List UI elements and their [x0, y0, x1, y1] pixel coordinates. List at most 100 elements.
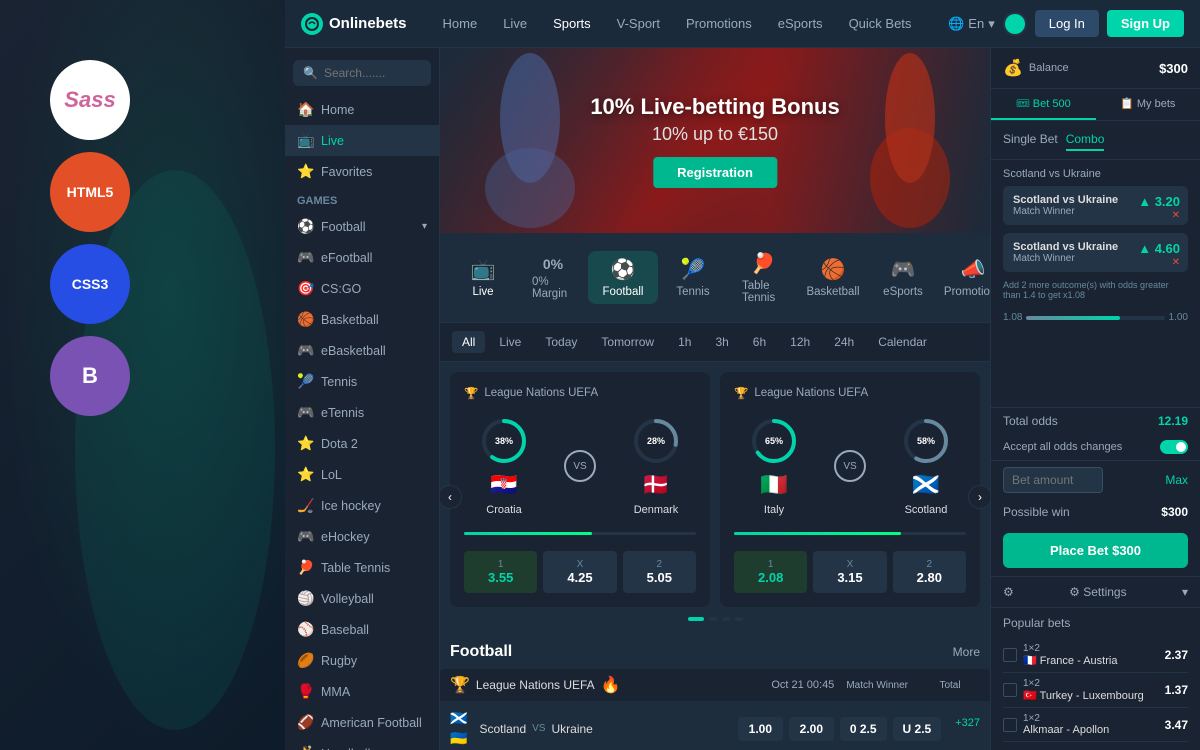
sidebar-item-amfootball[interactable]: 🏈 American Football: [285, 707, 439, 738]
popular-item-3[interactable]: 1×2 Alkmaar - Apollon 3.47: [1003, 708, 1188, 742]
pop-info-3: 1×2 Alkmaar - Apollon: [1023, 713, 1159, 736]
sidebar-item-favorites[interactable]: ⭐ Favorites: [285, 156, 439, 187]
search-input[interactable]: [324, 66, 421, 80]
more-odds-btn[interactable]: +327: [955, 717, 980, 741]
sidebar-item-efootball[interactable]: 🎮 eFootball: [285, 242, 439, 273]
nav-home[interactable]: Home: [431, 10, 490, 37]
pop-checkbox-3[interactable]: [1003, 718, 1017, 732]
cat-margin[interactable]: 0% 0% Margin: [518, 250, 588, 306]
cat-tabletennis-label: Table Tennis: [742, 280, 784, 304]
nav-vsport[interactable]: V-Sport: [605, 10, 672, 37]
mybets-tab[interactable]: 📋 My bets: [1096, 89, 1200, 120]
pop-odds-1: 2.37: [1165, 648, 1188, 662]
theme-toggle[interactable]: [1003, 12, 1027, 36]
filter-tomorrow[interactable]: Tomorrow: [591, 331, 664, 353]
sidebar-item-home[interactable]: 🏠 Home: [285, 94, 439, 125]
inline-odd-2[interactable]: 2.00: [789, 717, 834, 741]
inline-odd-1[interactable]: 1.00: [738, 717, 783, 741]
bet500-label: Bet 500: [1033, 98, 1071, 110]
accept-toggle[interactable]: [1160, 440, 1188, 454]
filter-1h[interactable]: 1h: [668, 331, 701, 353]
sidebar-item-live[interactable]: 📺 Live: [285, 125, 439, 156]
sidebar-item-rugby[interactable]: 🏉 Rugby: [285, 645, 439, 676]
basketball-cat-icon: 🏀: [821, 257, 846, 282]
cat-promotions[interactable]: 📣 Promotions: [938, 251, 990, 304]
combo-tab[interactable]: Combo: [1066, 129, 1105, 151]
slider-next-button[interactable]: ›: [968, 485, 990, 509]
odd-1-1[interactable]: 1 3.55: [464, 551, 537, 593]
sidebar-item-lol[interactable]: ⭐ LoL: [285, 459, 439, 490]
cat-esports[interactable]: 🎮 eSports: [868, 251, 938, 304]
odd-2-2[interactable]: 2 2.80: [893, 551, 966, 593]
filter-6h[interactable]: 6h: [743, 331, 776, 353]
sidebar-item-mma[interactable]: 🥊 MMA: [285, 676, 439, 707]
mybets-icon: 📋: [1120, 98, 1134, 110]
pop-team2-1: Austria: [1083, 655, 1117, 667]
sidebar-item-dota2[interactable]: ⭐ Dota 2: [285, 428, 439, 459]
match-row-1: 🏴󠁧󠁢󠁳󠁣󠁴󠁿 🇺🇦 Scotland VS Ukraine 1.00: [440, 702, 990, 750]
login-button[interactable]: Log In: [1035, 10, 1099, 37]
odd-1-2[interactable]: 2 5.05: [623, 551, 696, 593]
football-more-btn[interactable]: More: [953, 645, 980, 659]
sidebar-item-tabletennis[interactable]: 🏓 Table Tennis: [285, 552, 439, 583]
pick1-close[interactable]: ✕: [1172, 210, 1180, 221]
filter-tabs: All Live Today Tomorrow 1h 3h 6h 12h 24h…: [440, 323, 990, 362]
pop-checkbox-1[interactable]: [1003, 648, 1017, 662]
nav-quickbets[interactable]: Quick Bets: [837, 10, 924, 37]
max-button[interactable]: Max: [1165, 473, 1188, 487]
slider-dots: [450, 617, 980, 621]
cat-tennis[interactable]: 🎾 Tennis: [658, 251, 728, 304]
settings-row[interactable]: ⚙ ⚙ Settings ▾: [991, 576, 1200, 607]
match-league-2: 🏆 League Nations UEFA: [734, 386, 966, 400]
bet500-tab[interactable]: 🎟 Bet 500: [991, 89, 1096, 120]
nav-live[interactable]: Live: [491, 10, 539, 37]
pick2-close[interactable]: ✕: [1172, 257, 1180, 268]
match-teams-1: 38% 🇭🇷 Croatia VS: [464, 416, 696, 516]
filter-live[interactable]: Live: [489, 331, 531, 353]
cat-live[interactable]: 📺 Live: [448, 251, 518, 304]
signup-button[interactable]: Sign Up: [1107, 10, 1184, 37]
popular-item-2[interactable]: 1×2 🇹🇷 Turkey - Luxembourg 1.37: [1003, 673, 1188, 708]
sidebar-item-csgo[interactable]: 🎯 CS:GO: [285, 273, 439, 304]
filter-today[interactable]: Today: [535, 331, 587, 353]
popular-item-1[interactable]: 1×2 🇫🇷 France - Austria 2.37: [1003, 638, 1188, 673]
sidebar-icehockey-label: Ice hockey: [321, 499, 381, 513]
sidebar-item-football[interactable]: ⚽ Football ▾: [285, 211, 439, 242]
odd-2-1[interactable]: 1 2.08: [734, 551, 807, 593]
odd-1-x[interactable]: X 4.25: [543, 551, 616, 593]
sidebar-item-basketball[interactable]: 🏀 Basketball: [285, 304, 439, 335]
odd-2-x[interactable]: X 3.15: [813, 551, 886, 593]
sidebar-item-etennis[interactable]: 🎮 eTennis: [285, 397, 439, 428]
sidebar-item-handball[interactable]: 🤾 Handball: [285, 738, 439, 750]
inline-odd-3[interactable]: 0 2.5: [840, 717, 887, 741]
sidebar-item-ebasketball[interactable]: 🎮 eBasketball: [285, 335, 439, 366]
inline-odd-4[interactable]: U 2.5: [893, 717, 942, 741]
filter-3h[interactable]: 3h: [705, 331, 738, 353]
sidebar-item-icehockey[interactable]: 🏒 Ice hockey: [285, 490, 439, 521]
sidebar-item-tennis[interactable]: 🎾 Tennis: [285, 366, 439, 397]
cat-tabletennis[interactable]: 🏓 Table Tennis: [728, 245, 798, 310]
pop-team1-1: France: [1040, 655, 1074, 667]
filter-calendar[interactable]: Calendar: [868, 331, 937, 353]
nav-esports[interactable]: eSports: [766, 10, 835, 37]
sidebar-item-volleyball[interactable]: 🏐 Volleyball: [285, 583, 439, 614]
cat-football[interactable]: ⚽ Football: [588, 251, 658, 304]
match-card-1: 🏆 League Nations UEFA 38%: [450, 372, 710, 607]
filter-12h[interactable]: 12h: [780, 331, 820, 353]
filter-all[interactable]: All: [452, 331, 485, 353]
cat-basketball[interactable]: 🏀 Basketball: [798, 251, 868, 304]
logo-circles: Sass HTML5 CSS3 B: [50, 60, 130, 416]
nav-promotions[interactable]: Promotions: [674, 10, 764, 37]
sidebar-item-baseball[interactable]: ⚾ Baseball: [285, 614, 439, 645]
language-selector[interactable]: 🌐 En ▾: [948, 16, 995, 32]
sidebar-item-ehockey[interactable]: 🎮 eHockey: [285, 521, 439, 552]
css-logo: CSS3: [50, 244, 130, 324]
registration-button[interactable]: Registration: [653, 157, 777, 188]
place-bet-button[interactable]: Place Bet $300: [1003, 533, 1188, 568]
filter-24h[interactable]: 24h: [824, 331, 864, 353]
search-bar[interactable]: 🔍: [293, 60, 431, 86]
pop-checkbox-2[interactable]: [1003, 683, 1017, 697]
bet-amount-input[interactable]: [1003, 467, 1103, 493]
nav-sports[interactable]: Sports: [541, 10, 603, 37]
single-bet-tab[interactable]: Single Bet: [1003, 129, 1058, 151]
